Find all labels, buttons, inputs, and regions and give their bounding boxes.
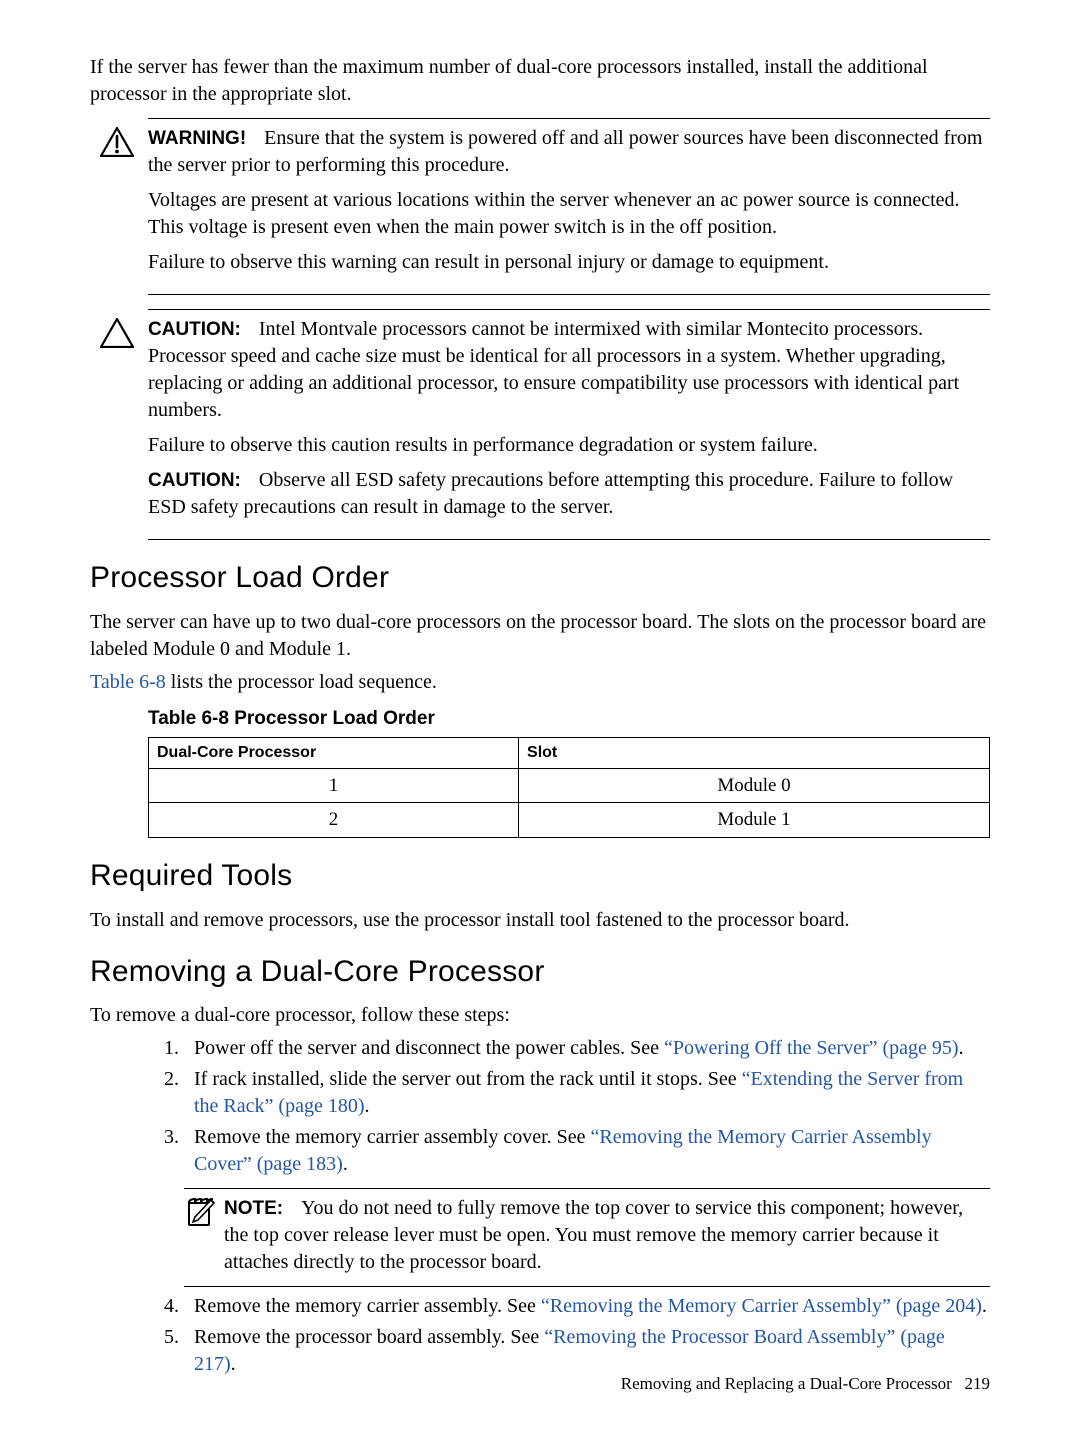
table-row: 1 Module 0 — [149, 768, 990, 803]
intro-paragraph: If the server has fewer than the maximum… — [90, 54, 990, 108]
removing-intro-paragraph: To remove a dual-core processor, follow … — [90, 1002, 990, 1029]
table-title: Table 6-8 Processor Load Order — [148, 706, 990, 732]
table-reference-link[interactable]: Table 6-8 — [90, 671, 166, 693]
load-order-paragraph-2: Table 6-8 lists the processor load seque… — [90, 669, 990, 696]
divider — [184, 1286, 990, 1287]
warning-text-2: Voltages are present at various location… — [148, 187, 990, 241]
removal-steps-list-continued: Remove the memory carrier assembly. See … — [148, 1293, 990, 1378]
link-powering-off[interactable]: “Powering Off the Server” (page 95) — [664, 1037, 959, 1059]
table-cell: 2 — [149, 803, 519, 838]
warning-icon — [100, 125, 144, 157]
section-removing-processor: Removing a Dual-Core Processor — [90, 952, 990, 993]
divider — [184, 1188, 990, 1189]
caution-icon — [100, 316, 144, 348]
footer-title: Removing and Replacing a Dual-Core Proce… — [621, 1374, 952, 1393]
table-cell: 1 — [149, 768, 519, 803]
note-text: NOTE:You do not need to fully remove the… — [224, 1195, 990, 1276]
section-processor-load-order: Processor Load Order — [90, 558, 990, 599]
load-order-paragraph-1: The server can have up to two dual-core … — [90, 609, 990, 663]
divider — [148, 294, 990, 295]
table-header-processor: Dual-Core Processor — [149, 738, 519, 769]
table-header-slot: Slot — [519, 738, 990, 769]
caution-callout: CAUTION:Intel Montvale processors cannot… — [100, 316, 990, 529]
note-callout: NOTE:You do not need to fully remove the… — [184, 1195, 990, 1276]
table-cell: Module 1 — [519, 803, 990, 838]
section-required-tools: Required Tools — [90, 856, 990, 897]
divider — [148, 309, 990, 310]
caution2-text-1: CAUTION:Observe all ESD safety precautio… — [148, 467, 990, 521]
list-item: Remove the memory carrier assembly. See … — [184, 1293, 990, 1320]
warning-callout: WARNING!Ensure that the system is powere… — [100, 125, 990, 284]
list-item: Remove the memory carrier assembly cover… — [184, 1124, 990, 1178]
list-item: Power off the server and disconnect the … — [184, 1035, 990, 1062]
table-row: 2 Module 1 — [149, 803, 990, 838]
page-number: 219 — [965, 1374, 991, 1393]
divider — [148, 539, 990, 540]
table-cell: Module 0 — [519, 768, 990, 803]
removal-steps-list: Power off the server and disconnect the … — [148, 1035, 990, 1178]
warning-label: WARNING! — [148, 128, 246, 149]
link-removing-carrier[interactable]: “Removing the Memory Carrier Assembly” (… — [541, 1295, 982, 1317]
list-item: Remove the processor board assembly. See… — [184, 1324, 990, 1378]
warning-text-3: Failure to observe this warning can resu… — [148, 249, 990, 276]
required-tools-paragraph: To install and remove processors, use th… — [90, 907, 990, 934]
note-label: NOTE: — [224, 1198, 283, 1219]
note-icon — [184, 1195, 224, 1229]
processor-load-order-table: Dual-Core Processor Slot 1 Module 0 2 Mo… — [148, 737, 990, 838]
warning-text-1: WARNING!Ensure that the system is powere… — [148, 125, 990, 179]
list-item: If rack installed, slide the server out … — [184, 1066, 990, 1120]
caution-label: CAUTION: — [148, 470, 241, 491]
caution1-text-2: Failure to observe this caution results … — [148, 432, 990, 459]
page-footer: Removing and Replacing a Dual-Core Proce… — [621, 1373, 990, 1396]
caution1-text-1: CAUTION:Intel Montvale processors cannot… — [148, 316, 990, 424]
caution-label: CAUTION: — [148, 319, 241, 340]
divider — [148, 118, 990, 119]
